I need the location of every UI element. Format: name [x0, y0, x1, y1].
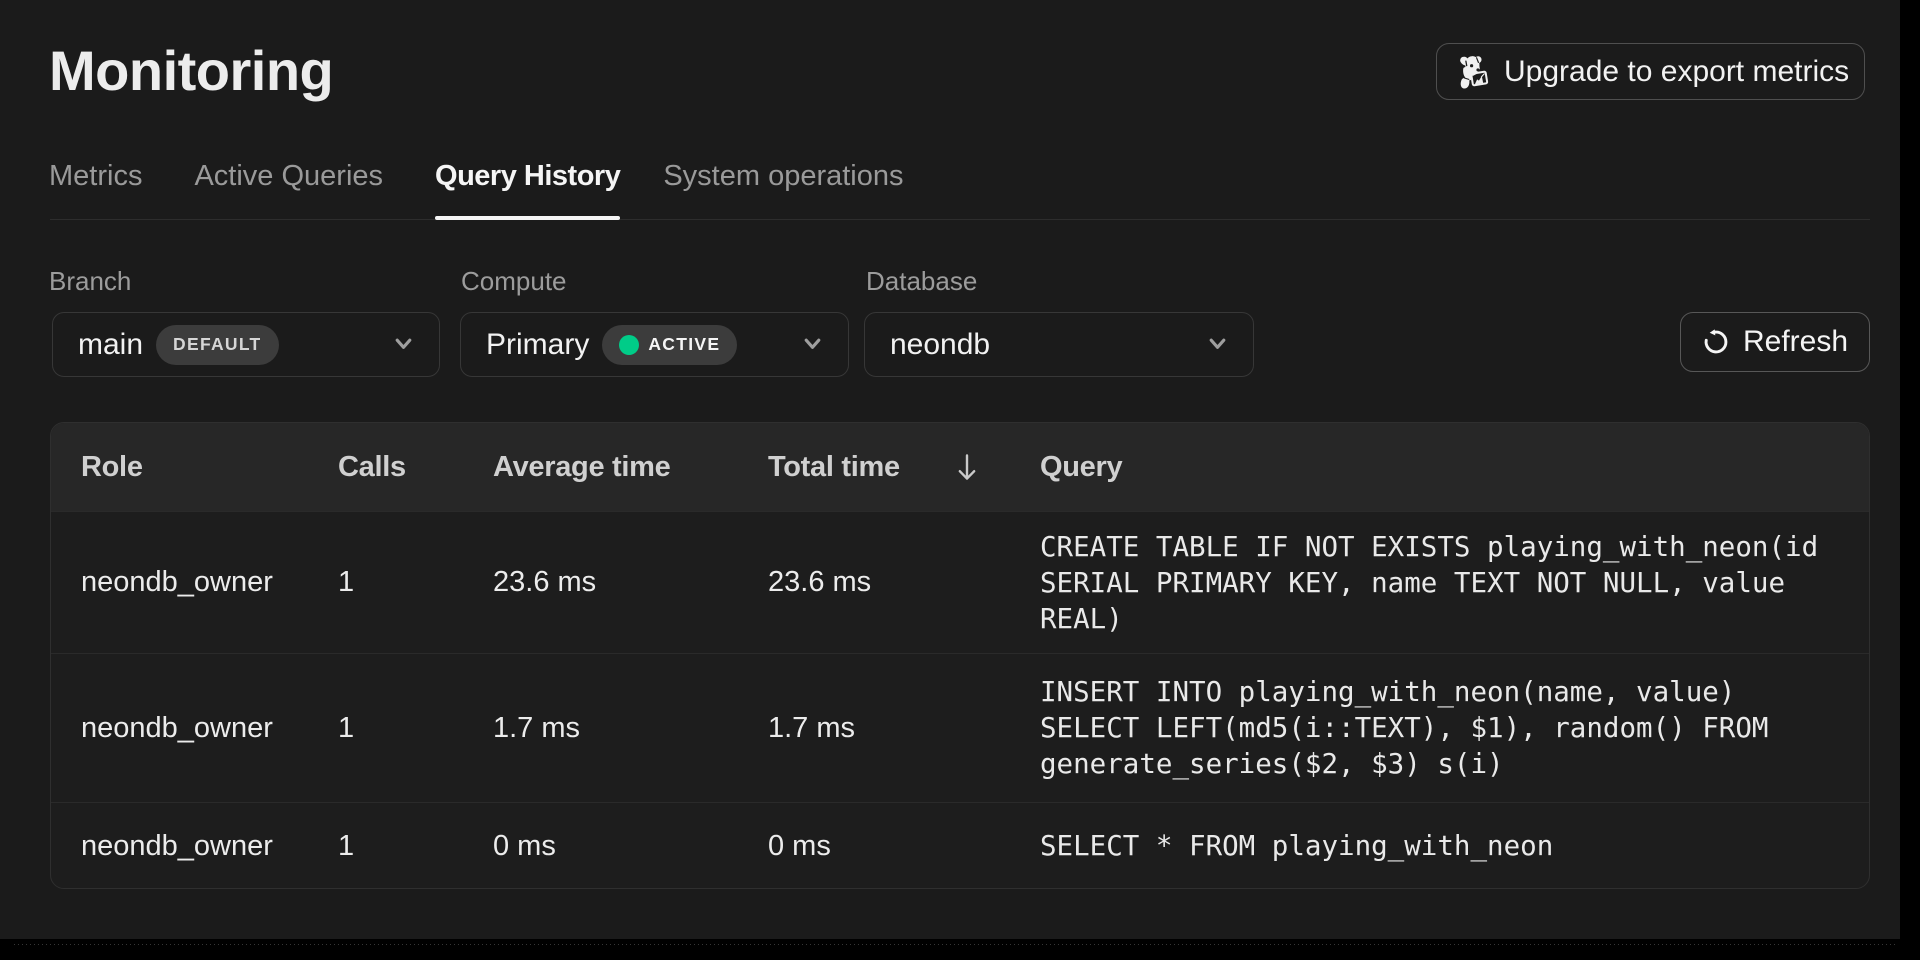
default-badge: DEFAULT: [156, 325, 279, 365]
column-label: Calls: [338, 451, 406, 484]
table-row[interactable]: neondb_owner 1 0 ms 0 ms SELECT * FROM p…: [51, 802, 1869, 889]
database-label: Database: [866, 266, 977, 297]
cell-query: SELECT * FROM playing_with_neon: [1040, 828, 1832, 864]
chevron-down-icon: [804, 338, 821, 350]
cell-average-time: 1.7 ms: [493, 714, 768, 743]
column-label: Total time: [768, 451, 900, 484]
query-history-table: Role Calls Average time Total time Query…: [50, 422, 1870, 889]
datadog-icon: [1455, 52, 1495, 92]
upgrade-to-export-metrics-button[interactable]: Upgrade to export metrics: [1436, 43, 1865, 100]
column-label: Average time: [493, 451, 670, 484]
chevron-down-icon: [1209, 338, 1226, 350]
compute-label: Compute: [461, 266, 567, 297]
column-header-query[interactable]: Query: [1011, 451, 1869, 484]
refresh-button-label: Refresh: [1743, 325, 1848, 359]
active-status-dot: [619, 335, 639, 355]
cell-query: INSERT INTO playing_with_neon(name, valu…: [1040, 674, 1832, 782]
column-header-total-time[interactable]: Total time: [768, 451, 1011, 484]
tab-bar: Metrics Active Queries Query History Sys…: [49, 160, 904, 193]
active-badge: ACTIVE: [602, 325, 737, 365]
cell-role: neondb_owner: [51, 714, 338, 743]
tab-query-history[interactable]: Query History: [435, 160, 620, 193]
tab-metrics[interactable]: Metrics: [49, 160, 142, 193]
column-label: Query: [1040, 451, 1122, 484]
cell-role: neondb_owner: [51, 568, 338, 597]
cell-calls: 1: [338, 714, 493, 743]
cell-total-time: 23.6 ms: [768, 568, 1011, 597]
cell-total-time: 0 ms: [768, 832, 1011, 861]
database-value: neondb: [890, 328, 990, 362]
cell-role: neondb_owner: [51, 832, 338, 861]
cell-average-time: 0 ms: [493, 832, 768, 861]
branch-select[interactable]: main DEFAULT: [52, 312, 440, 377]
page-title: Monitoring: [49, 38, 333, 103]
table-row[interactable]: neondb_owner 1 23.6 ms 23.6 ms CREATE TA…: [51, 511, 1869, 653]
column-header-role[interactable]: Role: [51, 451, 338, 484]
chevron-down-icon: [395, 338, 412, 350]
cell-calls: 1: [338, 832, 493, 861]
cell-calls: 1: [338, 568, 493, 597]
tabs-divider: [50, 219, 1870, 220]
compute-select[interactable]: Primary ACTIVE: [460, 312, 849, 377]
monitoring-page: Monitoring Upgrade to export metrics: [0, 0, 1900, 939]
table-row[interactable]: neondb_owner 1 1.7 ms 1.7 ms INSERT INTO…: [51, 653, 1869, 802]
tab-active-queries[interactable]: Active Queries: [194, 160, 383, 193]
refresh-icon: [1702, 328, 1730, 356]
column-header-calls[interactable]: Calls: [338, 451, 493, 484]
column-header-average-time[interactable]: Average time: [493, 451, 768, 484]
database-select[interactable]: neondb: [864, 312, 1254, 377]
cell-query: CREATE TABLE IF NOT EXISTS playing_with_…: [1040, 529, 1832, 637]
badge-label: ACTIVE: [648, 334, 720, 355]
branch-label: Branch: [49, 266, 131, 297]
tab-system-operations[interactable]: System operations: [663, 160, 903, 193]
sort-descending-icon: [956, 453, 978, 482]
badge-label: DEFAULT: [173, 334, 262, 355]
refresh-button[interactable]: Refresh: [1680, 312, 1870, 372]
compute-value: Primary: [486, 328, 589, 362]
bottom-dotted-separator: [14, 944, 1898, 945]
column-label: Role: [81, 451, 143, 484]
active-tab-underline: [435, 216, 620, 220]
table-header-row: Role Calls Average time Total time Query: [51, 423, 1869, 511]
upgrade-button-label: Upgrade to export metrics: [1504, 55, 1849, 89]
branch-value: main: [78, 328, 143, 362]
cell-average-time: 23.6 ms: [493, 568, 768, 597]
cell-total-time: 1.7 ms: [768, 714, 1011, 743]
